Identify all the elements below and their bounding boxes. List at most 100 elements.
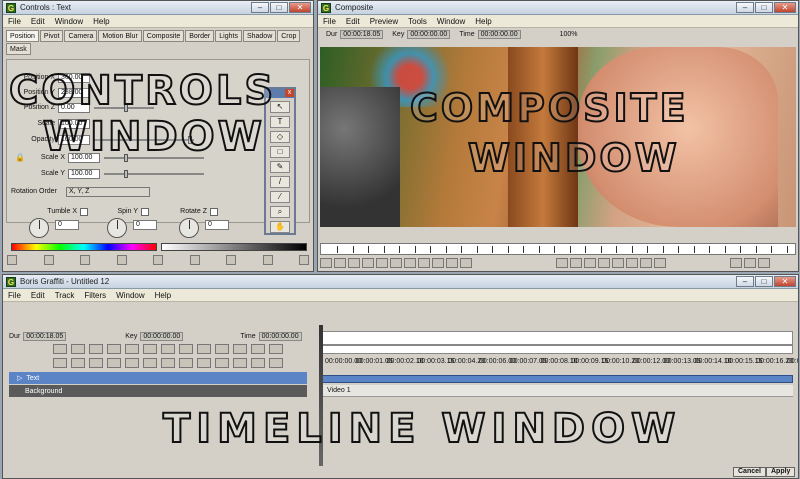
tumble-dial[interactable] <box>29 218 49 238</box>
tool-icon[interactable] <box>197 358 211 368</box>
tool-icon[interactable] <box>89 344 103 354</box>
tool-icon[interactable] <box>251 344 265 354</box>
tool-icon[interactable] <box>179 358 193 368</box>
position-x-field[interactable]: 360.00 <box>58 72 90 83</box>
grayscale-bar[interactable] <box>161 243 307 251</box>
tool-palette-header[interactable]: x <box>266 89 294 98</box>
tab-pivot[interactable]: Pivot <box>39 30 64 42</box>
tool-icon[interactable] <box>53 358 67 368</box>
scale-y-field[interactable]: 100.00 <box>68 168 100 179</box>
track-row-background[interactable]: Background <box>9 385 307 397</box>
tool-icon[interactable] <box>320 258 332 268</box>
rect-tool-icon[interactable]: □ <box>270 146 290 158</box>
tab-shadow[interactable]: Shadow <box>242 30 277 42</box>
position-z-field[interactable]: 0.00 <box>58 102 90 113</box>
playhead-scrubber[interactable] <box>319 325 323 466</box>
timeline-ruler[interactable] <box>321 331 793 345</box>
tool-icon[interactable] <box>215 344 229 354</box>
tool-icon[interactable] <box>143 358 157 368</box>
tool-icon[interactable] <box>7 255 17 265</box>
preview-video[interactable] <box>320 47 796 227</box>
color-spectrum[interactable] <box>11 243 157 251</box>
menu-edit[interactable]: Edit <box>26 291 50 300</box>
close-button[interactable]: ✕ <box>774 1 796 13</box>
position-y-field[interactable]: 288.00 <box>58 87 90 98</box>
tool-icon[interactable] <box>299 255 309 265</box>
menu-file[interactable]: File <box>3 17 26 26</box>
apply-button[interactable]: Apply <box>766 467 796 477</box>
tool-icon[interactable] <box>153 255 163 265</box>
close-button[interactable]: ✕ <box>289 1 311 13</box>
tool-icon[interactable] <box>125 344 139 354</box>
tool-icon[interactable] <box>362 258 374 268</box>
go-end-icon[interactable] <box>640 258 652 268</box>
composite-timeline-ruler[interactable] <box>320 243 796 255</box>
tool-icon[interactable] <box>418 258 430 268</box>
tool-icon[interactable] <box>758 258 770 268</box>
spin-checkbox[interactable] <box>141 207 149 216</box>
tool-icon[interactable] <box>404 258 416 268</box>
tool-icon[interactable] <box>390 258 402 268</box>
timeline-ruler-2[interactable] <box>321 345 793 354</box>
expand-arrow-icon[interactable]: ▷ <box>17 374 22 382</box>
menu-file[interactable]: File <box>3 291 26 300</box>
scale-field[interactable]: 100.00 <box>58 118 90 129</box>
opacity-slider[interactable] <box>94 135 194 144</box>
maximize-button[interactable]: □ <box>755 275 773 287</box>
tab-lights[interactable]: Lights <box>215 30 242 42</box>
menu-edit[interactable]: Edit <box>341 17 365 26</box>
close-button[interactable]: ✕ <box>774 275 796 287</box>
tool-icon[interactable] <box>89 358 103 368</box>
scale-y-slider[interactable] <box>104 169 204 178</box>
time-value[interactable]: 00:00:00.00 <box>477 29 521 39</box>
text-tool-icon[interactable]: T <box>270 116 290 128</box>
tumble-value[interactable]: 0 <box>55 220 79 230</box>
tool-icon[interactable] <box>233 358 247 368</box>
tool-icon[interactable] <box>107 344 121 354</box>
opacity-field[interactable]: 100.00 <box>58 134 90 145</box>
tool-icon[interactable] <box>71 358 85 368</box>
tool-icon[interactable] <box>730 258 742 268</box>
tool-icon[interactable] <box>269 344 283 354</box>
tool-icon[interactable] <box>233 344 247 354</box>
cancel-button[interactable]: Cancel <box>733 467 766 477</box>
tab-composite[interactable]: Composite <box>142 30 185 42</box>
time-ruler[interactable]: 00:00:00.00 00:00:01.05 00:00:02.10 00:00:0… <box>321 356 798 369</box>
position-z-slider[interactable] <box>94 103 154 112</box>
tab-camera[interactable]: Camera <box>64 30 98 42</box>
maximize-button[interactable]: □ <box>270 1 288 13</box>
lock-icon[interactable]: 🔒 <box>15 153 25 162</box>
menu-tools[interactable]: Tools <box>403 17 432 26</box>
eyedropper-icon[interactable]: ⁄ <box>270 191 290 203</box>
tool-icon[interactable] <box>197 344 211 354</box>
shape-tool-icon[interactable]: ◇ <box>270 131 290 143</box>
composite-titlebar[interactable]: G Composite – □ ✕ <box>318 1 798 15</box>
tool-icon[interactable] <box>744 258 756 268</box>
tool-icon[interactable] <box>80 255 90 265</box>
spin-dial[interactable] <box>107 218 127 238</box>
tool-icon[interactable] <box>107 358 121 368</box>
time-value[interactable]: 00:00:00.00 <box>258 332 302 341</box>
track-row-text[interactable]: ▷ Text <box>9 372 307 384</box>
scale-x-field[interactable]: 100.00 <box>68 152 100 163</box>
menu-edit[interactable]: Edit <box>26 17 50 26</box>
rotation-order-select[interactable]: X, Y, Z <box>66 186 150 197</box>
minimize-button[interactable]: – <box>251 1 269 13</box>
menu-file[interactable]: File <box>318 17 341 26</box>
tool-icon[interactable] <box>189 255 200 265</box>
tab-mask[interactable]: Mask <box>6 43 31 55</box>
close-icon[interactable]: x <box>285 89 294 97</box>
tool-icon[interactable] <box>161 344 175 354</box>
menu-filters[interactable]: Filters <box>79 291 111 300</box>
menu-window[interactable]: Window <box>111 291 149 300</box>
tool-icon[interactable] <box>226 255 236 265</box>
play-icon[interactable] <box>612 258 624 268</box>
play-reverse-icon[interactable] <box>584 258 596 268</box>
rotate-dial[interactable] <box>179 218 199 238</box>
menu-help[interactable]: Help <box>470 17 496 26</box>
minimize-button[interactable]: – <box>736 275 754 287</box>
tool-icon[interactable] <box>251 358 265 368</box>
tool-icon[interactable] <box>269 358 283 368</box>
tool-icon[interactable] <box>116 255 127 265</box>
tool-icon[interactable] <box>215 358 229 368</box>
